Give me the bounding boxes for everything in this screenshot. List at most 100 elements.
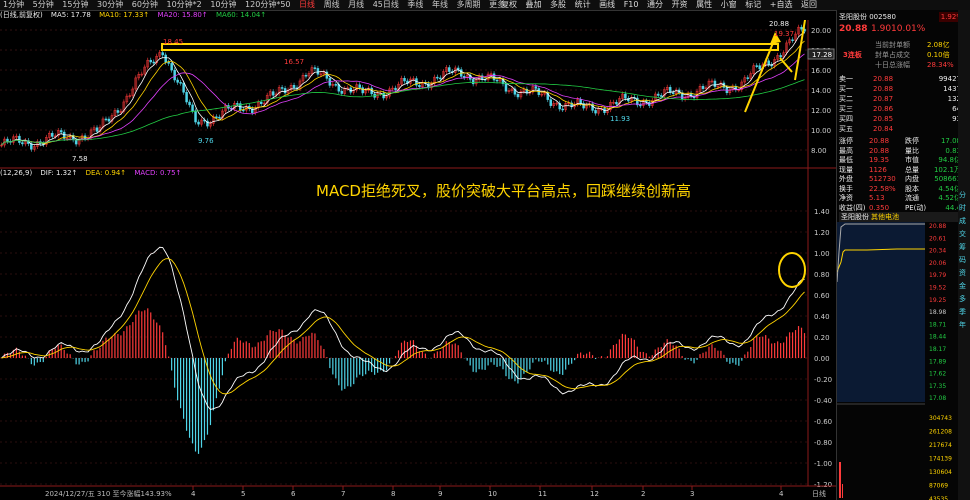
tool-button[interactable]: 复权 bbox=[498, 0, 520, 10]
period-tab[interactable]: 15分钟 bbox=[59, 0, 91, 10]
side-tool-button[interactable]: 资 bbox=[959, 268, 966, 278]
order-price: 20.88 bbox=[873, 85, 894, 93]
macd-tick-label: 0.80 bbox=[814, 271, 830, 279]
low-annotation-3: 11.93 bbox=[610, 115, 630, 123]
side-tool-button[interactable]: 时 bbox=[959, 203, 966, 213]
intraday-tab[interactable]: 圣阳股份 bbox=[841, 212, 869, 222]
ma-legend: (日线,前复权) MA5: 17.78 MA10: 17.33↑ MA20: 1… bbox=[0, 10, 808, 20]
tool-button[interactable]: 属性 bbox=[693, 0, 715, 10]
price-tick-label: 16.00 bbox=[811, 67, 831, 75]
candle bbox=[50, 132, 54, 137]
candle bbox=[6, 138, 9, 142]
stat-label: 市值 bbox=[905, 156, 919, 164]
info-label: 当前封单额 bbox=[875, 41, 910, 49]
intraday-price-tick: 18.71 bbox=[929, 321, 946, 328]
candle bbox=[624, 93, 627, 99]
candle bbox=[671, 92, 675, 94]
intraday-price-tick: 20.06 bbox=[929, 260, 946, 267]
order-price: 20.87 bbox=[873, 95, 894, 103]
period-tab[interactable]: 10分钟*2 bbox=[163, 0, 204, 10]
tool-button[interactable]: 画线 bbox=[596, 0, 618, 10]
side-tool-button[interactable]: 成 bbox=[959, 216, 966, 226]
candle bbox=[516, 94, 520, 98]
candle bbox=[549, 99, 553, 106]
candle bbox=[659, 95, 663, 97]
stat-label: 现量 bbox=[839, 165, 853, 174]
macd-lines bbox=[1, 246, 805, 410]
side-tool-button[interactable]: 金 bbox=[959, 281, 966, 291]
info-value: 2.08亿 bbox=[927, 41, 950, 49]
candle bbox=[170, 63, 173, 71]
side-tool-button[interactable]: 年 bbox=[959, 320, 966, 330]
candle bbox=[167, 62, 170, 64]
headline-annotation: MACD拒绝死叉，股价突破大平台高点，回踩继续创新高 bbox=[316, 182, 691, 200]
stat-label: PE(动) bbox=[905, 203, 927, 212]
tool-button[interactable]: 多股 bbox=[547, 0, 569, 10]
candle bbox=[95, 127, 99, 132]
stats-row: 最高 20.88 量比 0.83 bbox=[839, 146, 965, 156]
x-tick-label: 10 bbox=[488, 490, 497, 498]
period-tab[interactable]: 30分钟 bbox=[94, 0, 126, 10]
period-tab[interactable]: 1分钟 bbox=[0, 0, 27, 10]
candle bbox=[283, 88, 287, 94]
side-tool-button[interactable]: 分 bbox=[959, 190, 966, 200]
tool-button[interactable]: 开资 bbox=[669, 0, 691, 10]
period-tab[interactable]: 周线 bbox=[321, 0, 343, 10]
stat-label: 净资 bbox=[839, 194, 853, 202]
info-row-3: 十日总涨幅 28.34% bbox=[839, 60, 965, 70]
side-tool-button[interactable]: 交 bbox=[959, 229, 966, 239]
tool-button[interactable]: 小窗 bbox=[718, 0, 740, 10]
stat-value: 1126 bbox=[869, 165, 887, 174]
period-tab[interactable]: 45日线 bbox=[370, 0, 402, 10]
intraday-tab[interactable]: 其他电池 bbox=[871, 212, 899, 222]
candle bbox=[639, 104, 642, 107]
info-label: 十日总涨幅 bbox=[875, 61, 910, 69]
side-tool-button[interactable]: 多 bbox=[959, 294, 966, 304]
x-tick-label: 11 bbox=[538, 490, 547, 498]
price-tick-label: 20.00 bbox=[811, 27, 831, 35]
period-tab[interactable]: 5分钟 bbox=[30, 0, 57, 10]
period-tab[interactable]: 季线 bbox=[404, 0, 426, 10]
price-change: 1.90 bbox=[871, 24, 892, 34]
macd-tick-label: 0.00 bbox=[814, 355, 830, 363]
period-tab-active[interactable]: 日线 bbox=[296, 0, 318, 10]
high-annotation: 18.45 bbox=[163, 38, 183, 46]
side-tool-button[interactable]: 码 bbox=[959, 255, 966, 265]
period-tab[interactable]: 年线 bbox=[429, 0, 451, 10]
side-tool-button[interactable]: 季 bbox=[959, 307, 966, 317]
highlight-circle bbox=[778, 252, 806, 288]
x-tick-label: 3 bbox=[690, 490, 694, 498]
tool-button[interactable]: 通分 bbox=[644, 0, 666, 10]
stat-value: 20.88 bbox=[869, 146, 890, 155]
candle bbox=[188, 101, 191, 106]
candle bbox=[176, 79, 179, 83]
tool-button[interactable]: F10 bbox=[621, 0, 642, 10]
intraday-volume-tick: 261208 bbox=[929, 429, 952, 436]
order-label: 买三 bbox=[839, 105, 853, 113]
tool-button[interactable]: +自选 bbox=[767, 0, 796, 10]
tool-button[interactable]: 叠加 bbox=[523, 0, 545, 10]
main-chart[interactable]: 20.0018.0016.0014.0012.0010.008.00 18.45… bbox=[0, 20, 836, 500]
candle bbox=[448, 67, 451, 72]
side-tool-button[interactable]: 筹 bbox=[959, 242, 966, 252]
candle bbox=[236, 103, 239, 105]
period-tab[interactable]: 60分钟 bbox=[129, 0, 161, 10]
macd-value: MACD: 0.75↑ bbox=[134, 169, 182, 177]
period-tab[interactable]: 10分钟 bbox=[207, 0, 239, 10]
tool-button[interactable]: 返回 bbox=[798, 0, 820, 10]
macd-params: (12,26,9) bbox=[0, 169, 33, 177]
intraday-price-tick: 18.17 bbox=[929, 346, 946, 353]
stats-row: 收益(四) 0.350 PE(动) 44.4 bbox=[839, 203, 965, 213]
period-tab[interactable]: 多周期 bbox=[454, 0, 484, 10]
tool-button[interactable]: 统计 bbox=[572, 0, 594, 10]
intraday-price-tick: 17.89 bbox=[929, 358, 946, 365]
macd-tick-label: 1.00 bbox=[814, 250, 830, 258]
period-tab[interactable]: 120分钟*50 bbox=[242, 0, 293, 10]
stat-label: 量比 bbox=[905, 146, 919, 155]
intraday-chart: 20.88 20.61 20.34 20.06 19.79 19.52 19.25 18.98… bbox=[837, 222, 952, 500]
tool-button[interactable]: 标记 bbox=[742, 0, 764, 10]
period-tab[interactable]: 月线 bbox=[345, 0, 367, 10]
candle bbox=[358, 84, 361, 88]
candle bbox=[304, 74, 308, 77]
tool-buttons: 复权 叠加 多股 统计 画线 F10 通分 开资 属性 小窗 标记 +自选 返回 bbox=[498, 0, 820, 10]
